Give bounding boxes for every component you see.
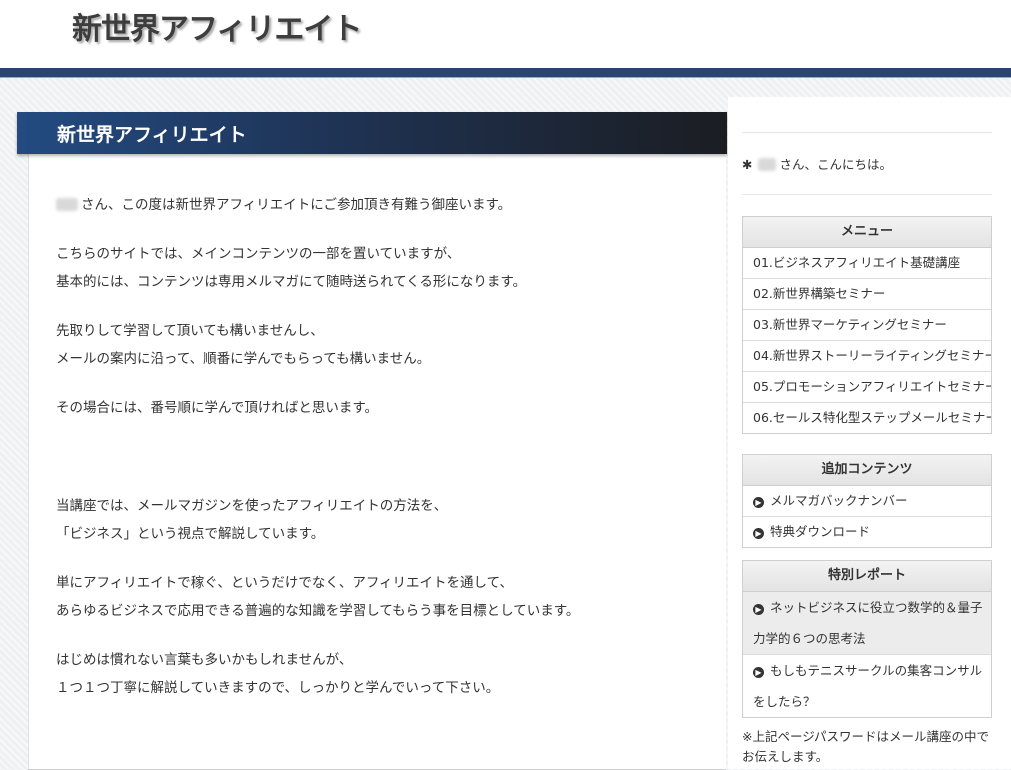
site-header: 新世界アフィリエイト [0, 0, 1011, 68]
paragraph-line: その場合には、番号順に学んで頂ければと思います。 [56, 400, 378, 416]
paragraph-line: あらゆるビジネスで応用できる普遍的な知識を学習してもらう事を目標としています。 [56, 603, 580, 619]
report-link-tennis[interactable]: ▶ もしもテニスサークルの集客コンサルをしたら？ [743, 655, 991, 717]
paragraph-line: はじめは慣れない言葉も多いかもしれませんが、 [56, 652, 353, 668]
menu-item-01[interactable]: 01.ビジネスアフィリエイト基礎講座 [743, 248, 991, 279]
bonus-download-link[interactable]: ▶ 特典ダウンロード [743, 517, 991, 547]
paragraph-line: 単にアフィリエイトで稼ぐ、というだけでなく、アフィリエイトを通して、 [56, 575, 513, 591]
special-report-title: 特別レポート [743, 561, 991, 592]
paragraph-line: 「ビジネス」という視点で解説しています。 [56, 526, 325, 542]
greeting: ✱ さん、こんにちは。 [742, 154, 892, 173]
menu-widget: メニュー 01.ビジネスアフィリエイト基礎講座 02.新世界構築セミナー 03.… [742, 216, 992, 434]
chevron-right-icon: ▶ [753, 667, 764, 678]
paragraph-line: １つ１つ丁寧に解説していきますので、しっかりと学んでいって下さい。 [56, 680, 500, 696]
paragraph-line: こちらのサイトでは、メインコンテンツの一部を置いていますが、 [56, 246, 461, 262]
chevron-right-icon: ▶ [753, 528, 764, 539]
special-report-widget: 特別レポート ▶ ネットビジネスに役立つ数学的＆量子力学的６つの思考法 ▶ もしもテ… [742, 560, 992, 718]
report-link-math[interactable]: ▶ ネットビジネスに役立つ数学的＆量子力学的６つの思考法 [743, 592, 991, 655]
paragraph-line: 先取りして学習して頂いても構いませんし、 [56, 323, 324, 339]
menu-item-03[interactable]: 03.新世界マーケティングセミナー [743, 310, 991, 341]
password-note: ※上記ページパスワードはメール講座の中でお伝えします。 [742, 729, 989, 764]
extra-content-title: 追加コンテンツ [743, 455, 991, 486]
redacted-username [758, 158, 777, 171]
main-content-edge [28, 112, 29, 769]
paragraph-line: メールの案内に沿って、順番に学んでもらっても構いません。 [56, 351, 431, 367]
greeting-text: さん、こんにちは。 [779, 157, 892, 172]
menu-widget-title: メニュー [743, 217, 991, 248]
sidebar-divider [742, 194, 992, 195]
backnumber-link[interactable]: ▶ メルマガバックナンバー [743, 486, 991, 517]
chevron-right-icon: ▶ [753, 497, 764, 508]
redacted-username [56, 198, 78, 211]
asterisk-icon: ✱ [742, 157, 753, 172]
paragraph-welcome: さん、この度は新世界アフィリエイトにご参加頂き有難う御座います。 [56, 191, 716, 219]
post-body: さん、この度は新世界アフィリエイトにご参加頂き有難う御座います。 こちらのサイト… [56, 191, 716, 702]
menu-item-04[interactable]: 04.新世界ストーリーライティングセミナー [743, 341, 991, 372]
paragraph-line: 基本的には、コンテンツは専用メルマガにて随時送られてくる形になります。 [56, 274, 527, 290]
post-title-bar: 新世界アフィリエイト [17, 112, 727, 154]
header-divider [0, 77, 1011, 78]
menu-item-05[interactable]: 05.プロモーションアフィリエイトセミナー [743, 372, 991, 403]
chevron-right-icon: ▶ [753, 604, 764, 615]
sidebar-divider [742, 132, 992, 133]
site-title[interactable]: 新世界アフィリエイト [72, 4, 362, 48]
extra-content-widget: 追加コンテンツ ▶ メルマガバックナンバー ▶ 特典ダウンロード [742, 454, 992, 548]
post-title: 新世界アフィリエイト [57, 124, 247, 146]
menu-item-02[interactable]: 02.新世界構築セミナー [743, 279, 991, 310]
header-bar [0, 68, 1011, 77]
menu-item-06[interactable]: 06.セールス特化型ステップメールセミナー [743, 403, 991, 433]
paragraph-line: 当講座では、メールマガジンを使ったアフィリエイトの方法を、 [56, 498, 448, 514]
